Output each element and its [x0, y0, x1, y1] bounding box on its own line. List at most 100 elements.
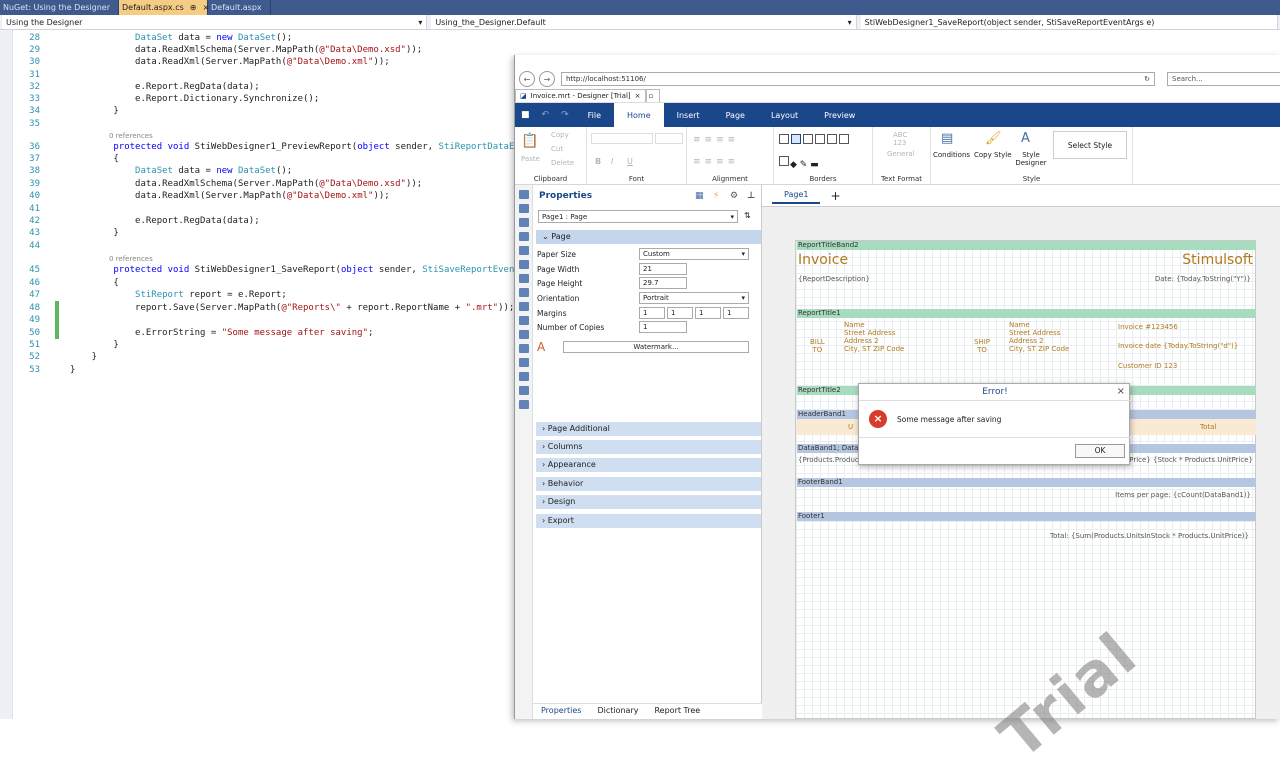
code-line[interactable]: 31 — [14, 69, 70, 81]
gear-icon[interactable]: ⚙ — [730, 191, 738, 201]
lightning-icon[interactable]: ⚡ — [713, 191, 719, 201]
close-icon[interactable]: × — [1117, 386, 1125, 397]
align-icons[interactable]: ≡≡≡≡ — [693, 135, 739, 145]
new-tab-button[interactable]: ▫ — [645, 89, 660, 102]
toolbox-tools-icon[interactable] — [519, 400, 529, 409]
code-line[interactable]: 29 data.ReadXmlSchema(Server.MapPath(@"D… — [14, 44, 422, 56]
tab-page1[interactable]: Page1 — [772, 187, 821, 204]
property-input[interactable]: 21 — [639, 263, 687, 275]
bold-icon[interactable]: B — [595, 157, 601, 166]
invoice-text[interactable]: Invoice — [798, 252, 848, 268]
toolbox-image-icon[interactable] — [519, 260, 529, 269]
property-input[interactable]: 1 — [639, 321, 687, 333]
references-codelens[interactable]: 0 references — [109, 253, 153, 265]
category-design[interactable]: › Design — [536, 495, 761, 509]
customer-id[interactable]: Customer ID 123 — [1118, 362, 1177, 370]
pin-icon[interactable]: ⊥ — [747, 191, 755, 201]
component-selector[interactable]: Page1 : Page ▾ — [538, 210, 738, 223]
invoice-number[interactable]: Invoice #123456 — [1118, 323, 1178, 331]
pin-icon[interactable]: ⊕ — [190, 3, 197, 12]
total-text[interactable]: Total: {Sum(Products.UnitsInStock * Prod… — [1050, 532, 1249, 540]
band-report-title2[interactable]: ReportTitleBand2 — [797, 241, 1256, 250]
code-line[interactable]: 48 report.Save(Server.MapPath(@"Reports\… — [14, 302, 514, 314]
code-line[interactable]: 43 } — [14, 227, 119, 239]
menu-layout[interactable]: Layout — [758, 103, 811, 127]
browser-tab-designer[interactable]: ◪ Invoice.mrt - Designer [Trial] × — [515, 89, 646, 102]
category-appearance[interactable]: › Appearance — [536, 458, 761, 472]
report-page[interactable]: ReportTitleBand2 Invoice Stimulsoft {Rep… — [795, 240, 1256, 773]
band-report-title1[interactable]: ReportTitle1 — [797, 309, 1256, 318]
tab-dictionary[interactable]: Dictionary — [589, 704, 646, 719]
category-page[interactable]: ⌄ Page — [536, 230, 761, 244]
tab-default-aspx[interactable]: Default.aspx — [208, 0, 271, 15]
property-input[interactable]: Custom ▾ — [639, 248, 749, 260]
code-line[interactable]: 45 protected void StiWebDesigner1_SaveRe… — [14, 264, 525, 276]
font-name-dropdown[interactable] — [591, 133, 653, 144]
toolbox-band-icon[interactable] — [519, 204, 529, 213]
underline-icon[interactable]: U — [627, 157, 633, 166]
bill-address[interactable]: Name Street Address Address 2 City, ST Z… — [844, 321, 904, 353]
save-icon[interactable]: ■ — [515, 110, 536, 120]
code-line[interactable]: 49 — [14, 314, 70, 326]
copy-style-button[interactable]: Copy Style — [974, 151, 1012, 159]
code-line[interactable]: 37 { — [14, 153, 119, 165]
ship-address[interactable]: Name Street Address Address 2 City, ST Z… — [1009, 321, 1069, 353]
tab-properties[interactable]: Properties — [533, 704, 589, 719]
select-style-button[interactable]: Select Style — [1053, 131, 1127, 159]
copy-button[interactable]: Copy — [551, 131, 569, 139]
ok-button[interactable]: OK — [1075, 444, 1125, 458]
sort-icon[interactable]: ⇅ — [744, 211, 751, 220]
toolbox-text-icon[interactable] — [519, 288, 529, 297]
close-icon[interactable]: × — [635, 92, 641, 100]
toolbox-barcode-icon[interactable] — [519, 330, 529, 339]
toolbox-text-icon[interactable] — [519, 232, 529, 241]
address-bar[interactable]: http://localhost:51106/ ↻ — [561, 72, 1155, 86]
code-line[interactable]: 53} — [14, 364, 75, 376]
property-input[interactable]: 29.7 — [639, 277, 687, 289]
code-line[interactable]: 52 } — [14, 351, 97, 363]
margin-input[interactable]: 1 — [639, 307, 665, 319]
code-line[interactable]: 47 StiReport report = e.Report; — [14, 289, 287, 301]
ship-label[interactable]: SHIP TO — [974, 338, 990, 354]
date-text[interactable]: Date: {Today.ToString("Y")} — [1155, 275, 1251, 283]
code-line[interactable]: 50 e.ErrorString = "Some message after s… — [14, 327, 373, 339]
category-behavior[interactable]: › Behavior — [536, 477, 761, 491]
code-line[interactable]: 30 data.ReadXml(Server.MapPath(@"Data\De… — [14, 56, 390, 68]
code-line[interactable]: 42 e.Report.RegData(data); — [14, 215, 260, 227]
search-input[interactable]: Search... — [1167, 72, 1280, 86]
forward-button[interactable]: → — [539, 71, 555, 87]
conditions-button[interactable]: Conditions — [933, 151, 970, 159]
grid-view-icon[interactable]: ▦ — [695, 191, 704, 201]
menu-home[interactable]: Home — [614, 103, 664, 127]
redo-icon[interactable]: ↷ — [555, 110, 575, 120]
toolbox-band-icon[interactable] — [519, 218, 529, 227]
invoice-date[interactable]: Invoice date {Today.ToString("d")} — [1118, 342, 1238, 350]
menu-preview[interactable]: Preview — [811, 103, 868, 127]
tab-default-aspx-cs[interactable]: Default.aspx.cs ⊕ × — [119, 0, 209, 15]
band-footer1[interactable]: Footer1 — [797, 512, 1256, 521]
code-line[interactable]: 34 } — [14, 105, 119, 117]
style-designer-button[interactable]: Style Designer — [1015, 151, 1047, 167]
margin-input[interactable]: 1 — [723, 307, 749, 319]
paste-button[interactable]: Paste — [521, 155, 540, 163]
toolbox-panel-icon[interactable] — [519, 344, 529, 353]
back-button[interactable]: ← — [519, 71, 535, 87]
code-line[interactable]: 35 — [14, 118, 70, 130]
margin-input[interactable]: 1 — [667, 307, 693, 319]
code-line[interactable]: 51 } — [14, 339, 119, 351]
menu-file[interactable]: File — [575, 103, 614, 127]
description-text[interactable]: {ReportDescription} — [798, 275, 870, 283]
general-button[interactable]: General — [887, 150, 915, 158]
menu-insert[interactable]: Insert — [664, 103, 713, 127]
margin-input[interactable]: 1 — [695, 307, 721, 319]
toolbox-chart-icon[interactable] — [519, 372, 529, 381]
items-per-page-text[interactable]: Items per page: {cCount(DataBand1)} — [1115, 491, 1251, 499]
data-total-text[interactable]: UnitPrice} {Stock * Products.UnitPrice} — [1115, 456, 1253, 464]
tab-report-tree[interactable]: Report Tree — [646, 704, 708, 719]
refresh-icon[interactable]: ↻ — [1144, 75, 1150, 83]
code-line[interactable]: 36 protected void StiWebDesigner1_Previe… — [14, 141, 525, 153]
category-page-additional[interactable]: › Page Additional — [536, 422, 761, 436]
toolbox-rich-icon[interactable] — [519, 302, 529, 311]
category-columns[interactable]: › Columns — [536, 440, 761, 454]
code-line[interactable]: 33 e.Report.Dictionary.Synchronize(); — [14, 93, 319, 105]
